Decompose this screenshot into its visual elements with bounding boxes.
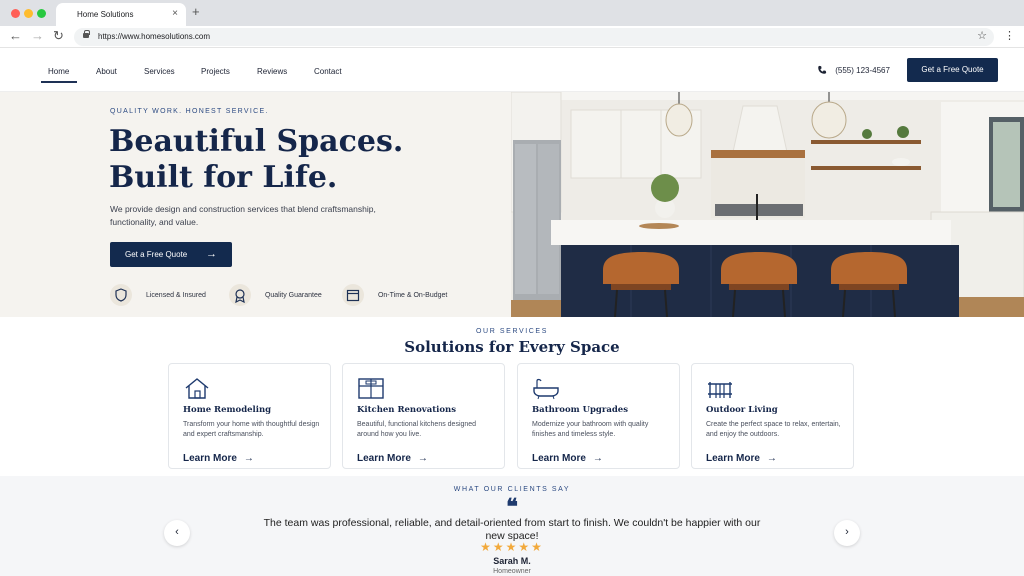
card-description: Create the perfect space to relax, enter… <box>706 421 841 438</box>
browser-tab-strip: Home Solutions × + <box>0 0 1024 26</box>
card-description: Modernize your bathroom with quality fin… <box>532 421 649 438</box>
card-title: Kitchen Renovations <box>357 405 457 415</box>
browser-toolbar: ← → ↻ https://www.homesolutions.com ☆ ⋮ <box>0 26 1024 48</box>
browser-menu-icon[interactable]: ⋮ <box>1004 29 1015 42</box>
testimonial-role: Homeowner <box>493 568 531 575</box>
hero-kitchen-image <box>511 92 1024 317</box>
house-icon <box>185 378 209 399</box>
arrow-right-icon: → <box>243 453 254 464</box>
bathtub-icon <box>533 378 559 400</box>
hero-subtitle: We provide design and construction servi… <box>110 204 376 227</box>
phone-contact[interactable]: (555) 123-4567 <box>817 65 890 75</box>
service-card-kitchen[interactable]: Kitchen Renovations Beautiful, functiona… <box>342 363 505 469</box>
learn-more-label: Learn More <box>706 453 760 464</box>
url-text: https://www.homesolutions.com <box>98 32 211 41</box>
badge-label: Quality Guarantee <box>264 291 322 299</box>
hero-quote-button[interactable]: Get a Free Quote → <box>110 242 232 267</box>
services-header: OUR SERVICES Solutions for Every Space <box>0 328 1024 356</box>
badge-licensed: Licensed & Insured <box>110 284 206 306</box>
calendar-icon <box>342 284 364 306</box>
nav-home[interactable]: Home <box>48 67 69 76</box>
arrow-right-icon: → <box>766 453 777 464</box>
kitchen-icon <box>358 378 384 399</box>
carousel-prev-button[interactable]: ‹ <box>164 520 190 546</box>
testimonials-eyebrow: WHAT OUR CLIENTS SAY <box>453 486 571 493</box>
learn-more-link[interactable]: Learn More → <box>183 453 254 464</box>
services-title: Solutions for Every Space <box>404 338 620 356</box>
nav-about[interactable]: About <box>96 67 117 76</box>
nav-contact[interactable]: Contact <box>314 67 342 76</box>
forward-icon[interactable]: → <box>31 28 44 44</box>
testimonial-author: Sarah M. <box>493 556 531 566</box>
address-bar[interactable]: https://www.homesolutions.com ☆ <box>74 28 994 46</box>
card-description: Transform your home with thoughtful desi… <box>183 421 320 438</box>
carousel-next-button[interactable]: › <box>834 520 860 546</box>
nav-reviews[interactable]: Reviews <box>257 67 287 76</box>
lock-icon <box>83 30 90 38</box>
services-eyebrow: OUR SERVICES <box>476 328 548 335</box>
phone-number: (555) 123-4567 <box>835 66 890 75</box>
service-card-bathroom[interactable]: Bathroom Upgrades Modernize your bathroo… <box>517 363 680 469</box>
arrow-right-icon: → <box>206 248 217 260</box>
badge-label: On-Time & On-Budget <box>377 291 448 299</box>
nav-projects[interactable]: Projects <box>201 67 230 76</box>
hero-cta-label: Get a Free Quote <box>125 250 188 259</box>
fence-icon <box>708 382 732 398</box>
service-card-outdoor[interactable]: Outdoor Living Create the perfect space … <box>691 363 854 469</box>
learn-more-label: Learn More <box>357 453 411 464</box>
arrow-right-icon: → <box>592 453 603 464</box>
browser-tab[interactable]: Home Solutions × <box>56 3 186 26</box>
nav-services[interactable]: Services <box>144 67 175 76</box>
card-title: Bathroom Upgrades <box>532 405 628 415</box>
phone-icon <box>818 65 827 74</box>
hero-eyebrow: QUALITY WORK. HONEST SERVICE. <box>110 108 269 115</box>
maximize-window-dot[interactable] <box>37 9 46 18</box>
new-tab-button[interactable]: + <box>192 4 200 19</box>
card-title: Outdoor Living <box>706 405 778 415</box>
minimize-window-dot[interactable] <box>24 9 33 18</box>
close-window-dot[interactable] <box>11 9 20 18</box>
learn-more-link[interactable]: Learn More → <box>357 453 428 464</box>
service-card-home-remodeling[interactable]: Home Remodeling Transform your home with… <box>168 363 331 469</box>
header-quote-button[interactable]: Get a Free Quote <box>907 58 998 82</box>
badge-label: Licensed & Insured <box>145 291 206 299</box>
hero-title-line2: Built for Life. <box>109 160 338 195</box>
hero-title: Beautiful Spaces. Built for Life. <box>109 124 403 196</box>
back-icon[interactable]: ← <box>9 28 22 44</box>
learn-more-label: Learn More <box>532 453 586 464</box>
bookmark-star-icon[interactable]: ☆ <box>977 29 987 42</box>
hero-title-line1: Beautiful Spaces. <box>109 124 404 159</box>
reload-icon[interactable]: ↻ <box>53 28 64 44</box>
award-icon <box>229 284 251 306</box>
tab-title: Home Solutions <box>77 10 134 19</box>
badge-ontime: On-Time & On-Budget <box>342 284 447 306</box>
testimonials-section: WHAT OUR CLIENTS SAY ❝ The team was prof… <box>0 476 1024 576</box>
tab-close-icon[interactable]: × <box>172 8 178 19</box>
site-header: Home About Services Projects Reviews Con… <box>0 48 1024 92</box>
learn-more-label: Learn More <box>183 453 237 464</box>
card-title: Home Remodeling <box>183 405 272 415</box>
kitchen-photo <box>511 92 1024 317</box>
badge-quality: Quality Guarantee <box>229 284 322 306</box>
shield-icon <box>110 284 132 306</box>
card-description: Beautiful, functional kitchens designed … <box>357 421 477 438</box>
star-rating: ★★★★★ <box>480 540 544 554</box>
active-nav-indicator <box>41 81 77 83</box>
arrow-right-icon: → <box>417 453 428 464</box>
learn-more-link[interactable]: Learn More → <box>532 453 603 464</box>
learn-more-link[interactable]: Learn More → <box>706 453 777 464</box>
